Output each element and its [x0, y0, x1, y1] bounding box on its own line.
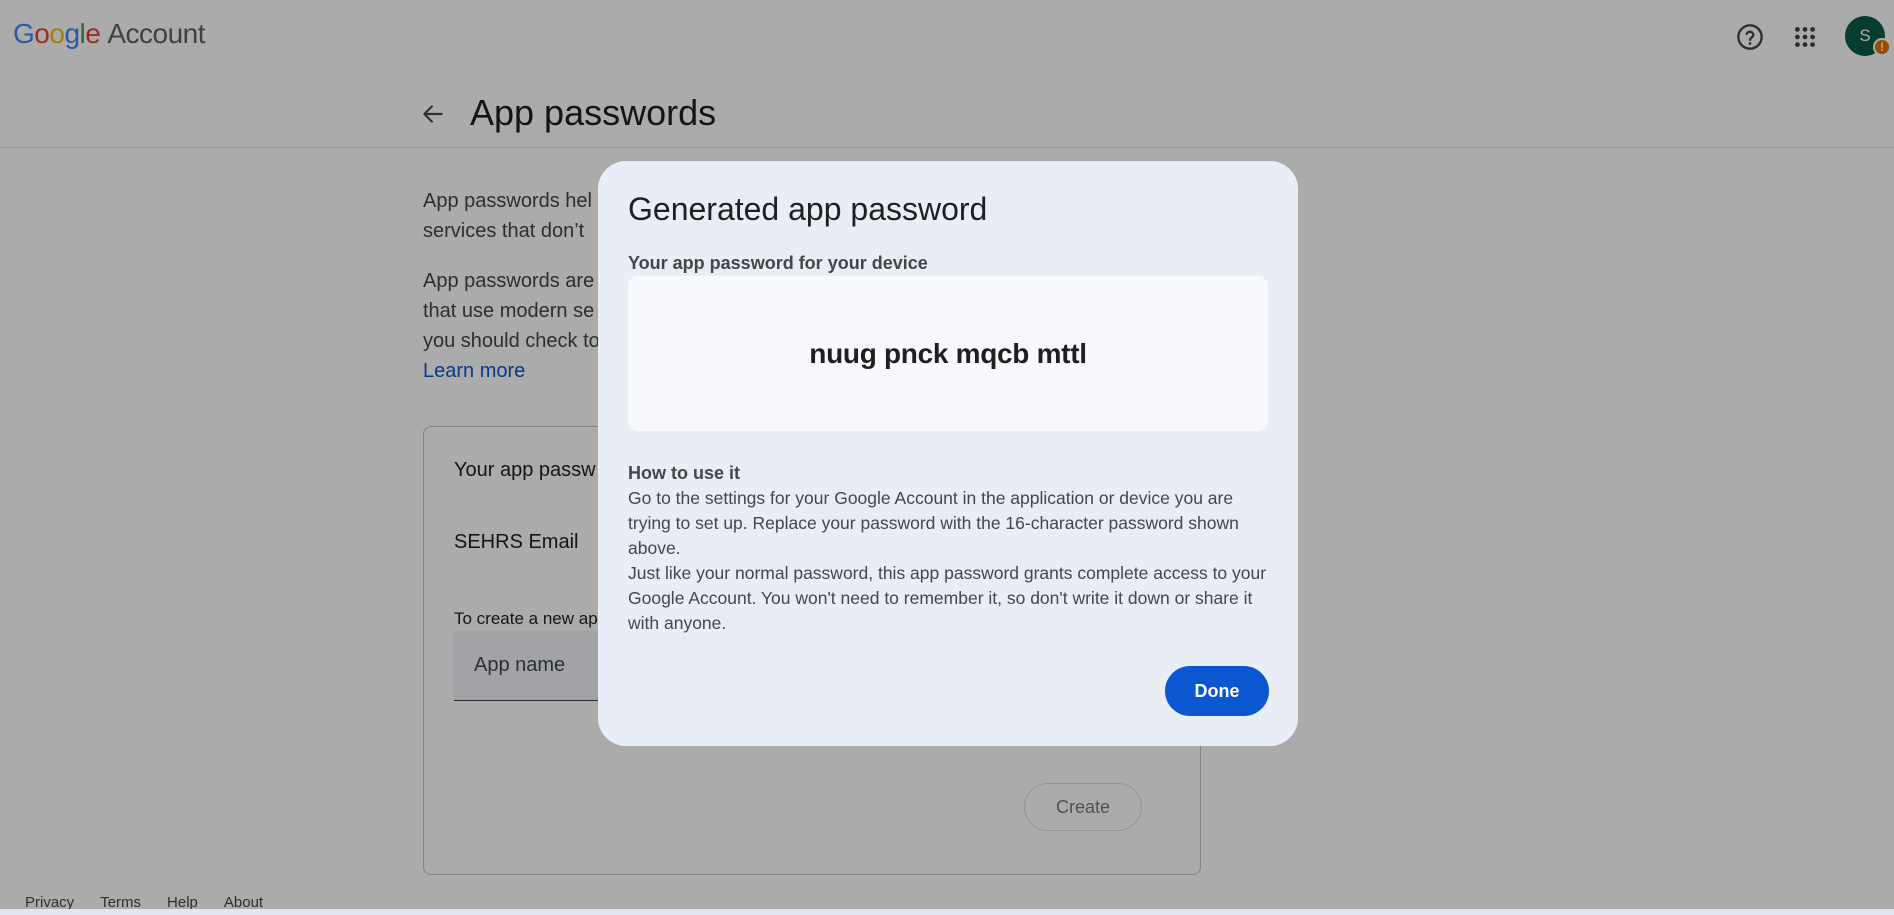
dialog-subtitle: Your app password for your device	[628, 253, 928, 273]
how-to-use-heading: How to use it	[628, 463, 740, 483]
bottom-strip	[0, 909, 1894, 915]
password-display: nuug pnck mqcb mttl	[628, 276, 1268, 431]
generated-password-dialog: Generated app password Your app password…	[598, 161, 1298, 746]
how-to-use-paragraph: Just like your normal password, this app…	[628, 563, 1267, 633]
how-to-use-text: Go to the settings for your Google Accou…	[628, 486, 1273, 636]
dialog-title: Generated app password	[628, 191, 988, 227]
done-button[interactable]: Done	[1165, 666, 1269, 716]
generated-password[interactable]: nuug pnck mqcb mttl	[809, 338, 1087, 370]
how-to-use-paragraph: Go to the settings for your Google Accou…	[628, 488, 1239, 558]
google-account-page: Go o g l e Account S ! App passwords App…	[0, 0, 1894, 915]
